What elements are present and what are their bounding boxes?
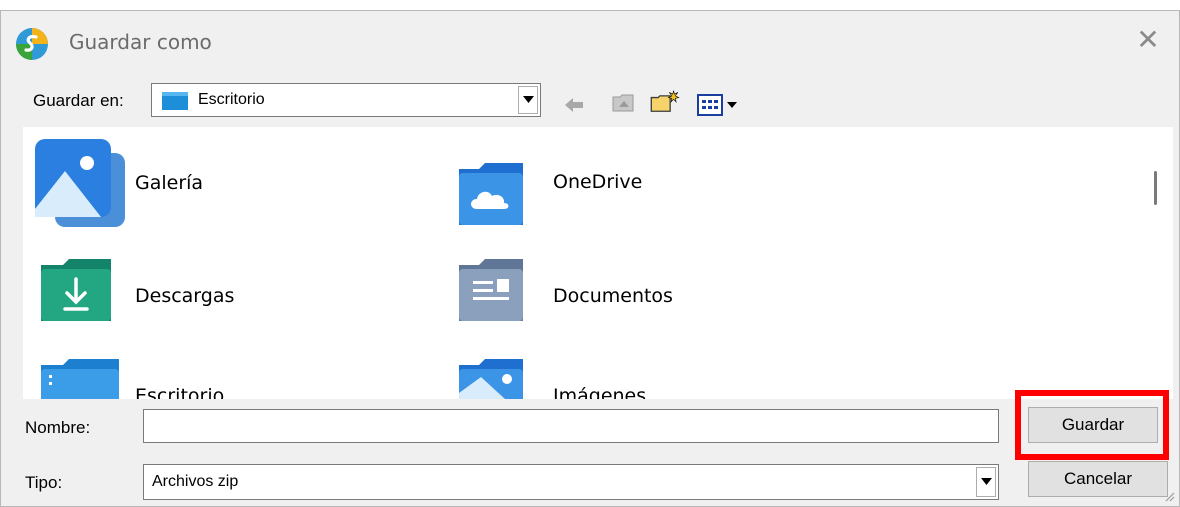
- dialog-title: Guardar como: [69, 30, 212, 54]
- list-item-escritorio[interactable]: Escritorio: [41, 359, 341, 399]
- new-folder-icon[interactable]: [647, 89, 683, 113]
- save-as-dialog: Guardar como ✕ Guardar en: Escritorio Ga…: [0, 10, 1180, 507]
- chevron-down-icon: [523, 96, 534, 103]
- title-bar: Guardar como ✕: [1, 11, 1179, 73]
- item-label: Descargas: [135, 285, 235, 307]
- file-list-scrollbar[interactable]: [1137, 127, 1173, 399]
- location-dropdown-arrow[interactable]: [518, 86, 538, 114]
- pictures-folder-icon: [459, 359, 523, 399]
- up-folder-icon[interactable]: [611, 91, 637, 115]
- file-name-input[interactable]: [143, 409, 999, 443]
- file-type-value: Archivos zip: [152, 473, 239, 490]
- back-arrow-icon[interactable]: [563, 93, 585, 117]
- documents-folder-icon: [459, 259, 523, 321]
- save-in-label: Guardar en:: [33, 91, 124, 110]
- item-label: Documentos: [553, 285, 673, 307]
- downloads-folder-icon: [41, 259, 111, 321]
- list-item-onedrive[interactable]: OneDrive: [459, 163, 759, 247]
- location-dropdown[interactable]: Escritorio: [151, 83, 541, 117]
- desktop-folder-icon: [41, 359, 119, 399]
- list-item-descargas[interactable]: Descargas: [41, 259, 341, 343]
- view-menu-icon[interactable]: [697, 93, 741, 117]
- type-label: Tipo:: [25, 473, 63, 492]
- resize-grip-icon[interactable]: [1163, 490, 1175, 502]
- save-button-highlight: [1015, 390, 1169, 460]
- close-icon[interactable]: ✕: [1131, 23, 1165, 57]
- file-list[interactable]: Galería OneDrive Descargas Documentos Es…: [23, 127, 1137, 399]
- chevron-down-icon: [981, 478, 992, 485]
- name-label: Nombre:: [25, 418, 91, 437]
- item-label: Galería: [135, 172, 204, 194]
- item-label: OneDrive: [553, 171, 643, 193]
- list-item-imagenes[interactable]: Imágenes: [459, 359, 759, 399]
- list-item-documentos[interactable]: Documentos: [459, 259, 759, 343]
- file-type-dropdown[interactable]: Archivos zip: [143, 464, 999, 500]
- cancel-button[interactable]: Cancelar: [1028, 461, 1168, 497]
- item-label: Escritorio: [135, 385, 225, 399]
- gallery-icon: [35, 139, 125, 227]
- app-logo-icon: [16, 28, 48, 60]
- location-value: Escritorio: [198, 91, 265, 108]
- desktop-folder-icon: [162, 92, 188, 110]
- onedrive-folder-icon: [459, 163, 523, 225]
- file-type-dropdown-arrow[interactable]: [976, 467, 996, 497]
- list-item-galeria[interactable]: Galería: [35, 139, 335, 227]
- background-strip: [0, 0, 1180, 10]
- item-label: Imágenes: [553, 385, 647, 399]
- scrollbar-thumb[interactable]: [1154, 171, 1157, 205]
